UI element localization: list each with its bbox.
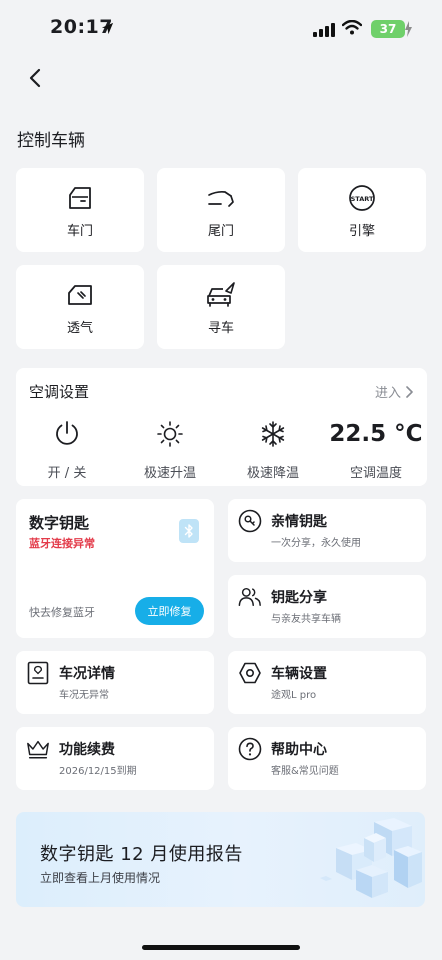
bluetooth-icon [179,519,199,543]
usage-report-title: 数字钥匙 12 月使用报告 [40,844,243,865]
key-icon [238,509,262,533]
window-vent-icon [66,281,94,309]
status-bar: 20:17 37 [0,0,442,60]
help-center-title: 帮助中心 [271,742,327,758]
usage-report-banner[interactable]: 数字钥匙 12 月使用报告 立即查看上月使用情况 [16,812,425,907]
vehicle-settings-title: 车辆设置 [271,666,327,682]
charging-bolt-icon [405,21,412,41]
vehicle-settings-tile[interactable]: 车辆设置 途观L pro [228,651,426,714]
car-door-icon [67,184,93,212]
control-label: 寻车 [207,321,234,336]
digital-key-title: 数字钥匙 [29,514,90,532]
wifi-icon [341,19,363,39]
help-center-tile[interactable]: 帮助中心 客服&常见问题 [228,727,426,790]
home-indicator [142,945,300,950]
fix-now-button[interactable]: 立即修复 [135,597,204,625]
ac-heat-label: 极速升温 [143,466,196,481]
vehicle-status-subtitle: 车况无异常 [59,690,109,701]
battery-level: 37 [371,20,405,38]
ac-title: 空调设置 [29,383,90,401]
ac-enter-link[interactable]: 进入 [375,382,413,401]
control-label: 透气 [66,321,93,336]
bluetooth-error-text: 蓝牙连接异常 [29,537,95,550]
control-engine-button[interactable]: START 引擎 [298,168,426,252]
ac-settings-card: 空调设置 进入 开 / 关 极速升温 极速降温 22.5 °C 空调温度 [16,368,427,486]
ac-temperature-label: 空调温度 [349,466,402,481]
cube-illustration-icon [316,818,422,907]
crown-icon [26,737,50,761]
renewal-title: 功能续费 [59,742,115,758]
key-share-subtitle: 与亲友共享车辆 [271,614,341,625]
help-icon [238,737,262,761]
vehicle-settings-subtitle: 途观L pro [271,690,317,701]
family-key-title: 亲情钥匙 [271,514,327,530]
usage-report-subtitle: 立即查看上月使用情况 [40,871,161,885]
control-find-car-button[interactable]: 寻车 [157,265,285,349]
bluetooth-fix-hint: 快去修复蓝牙 [29,606,95,619]
renewal-tile[interactable]: 功能续费 2026/12/15到期 [16,727,214,790]
ac-heat-button[interactable]: 极速升温 [120,418,220,481]
vehicle-status-tile[interactable]: 车况详情 车况无异常 [16,651,214,714]
svg-text:START: START [351,195,374,203]
family-key-subtitle: 一次分享，永久使用 [271,538,361,549]
users-icon [238,585,262,609]
ac-power-label: 开 / 关 [47,466,87,481]
location-arrow-icon [101,20,114,39]
help-center-subtitle: 客服&常见问题 [271,766,339,777]
sun-icon [156,418,184,450]
control-label: 引擎 [348,224,375,239]
section-title-control: 控制车辆 [17,131,85,151]
ac-power-button[interactable]: 开 / 关 [17,418,117,481]
digital-key-card[interactable]: 数字钥匙 蓝牙连接异常 快去修复蓝牙 立即修复 [16,499,214,638]
chevron-right-icon [406,385,413,398]
family-key-tile[interactable]: 亲情钥匙 一次分享，永久使用 [228,499,426,562]
control-label: 尾门 [207,224,234,239]
vehicle-report-icon [26,661,50,685]
ac-cool-button[interactable]: 极速降温 [223,418,323,481]
chevron-left-icon [29,68,41,88]
engine-start-icon: START [348,184,376,212]
control-car-door-button[interactable]: 车门 [16,168,144,252]
ac-temperature[interactable]: 22.5 °C 空调温度 [326,418,426,481]
cellular-signal-icon [313,22,335,41]
vehicle-status-title: 车况详情 [59,666,115,682]
key-share-title: 钥匙分享 [271,590,327,606]
power-icon [53,418,81,450]
ac-temperature-value: 22.5 °C [329,421,423,447]
control-vent-button[interactable]: 透气 [16,265,144,349]
find-car-icon [206,281,236,309]
tailgate-icon [207,184,235,212]
renewal-subtitle: 2026/12/15到期 [59,766,137,777]
control-label: 车门 [66,224,93,239]
key-share-tile[interactable]: 钥匙分享 与亲友共享车辆 [228,575,426,638]
control-tailgate-button[interactable]: 尾门 [157,168,285,252]
back-button[interactable] [22,64,48,92]
ac-enter-label: 进入 [374,386,401,401]
snowflake-icon [259,418,287,450]
hexagon-settings-icon [238,661,262,685]
ac-cool-label: 极速降温 [246,466,299,481]
